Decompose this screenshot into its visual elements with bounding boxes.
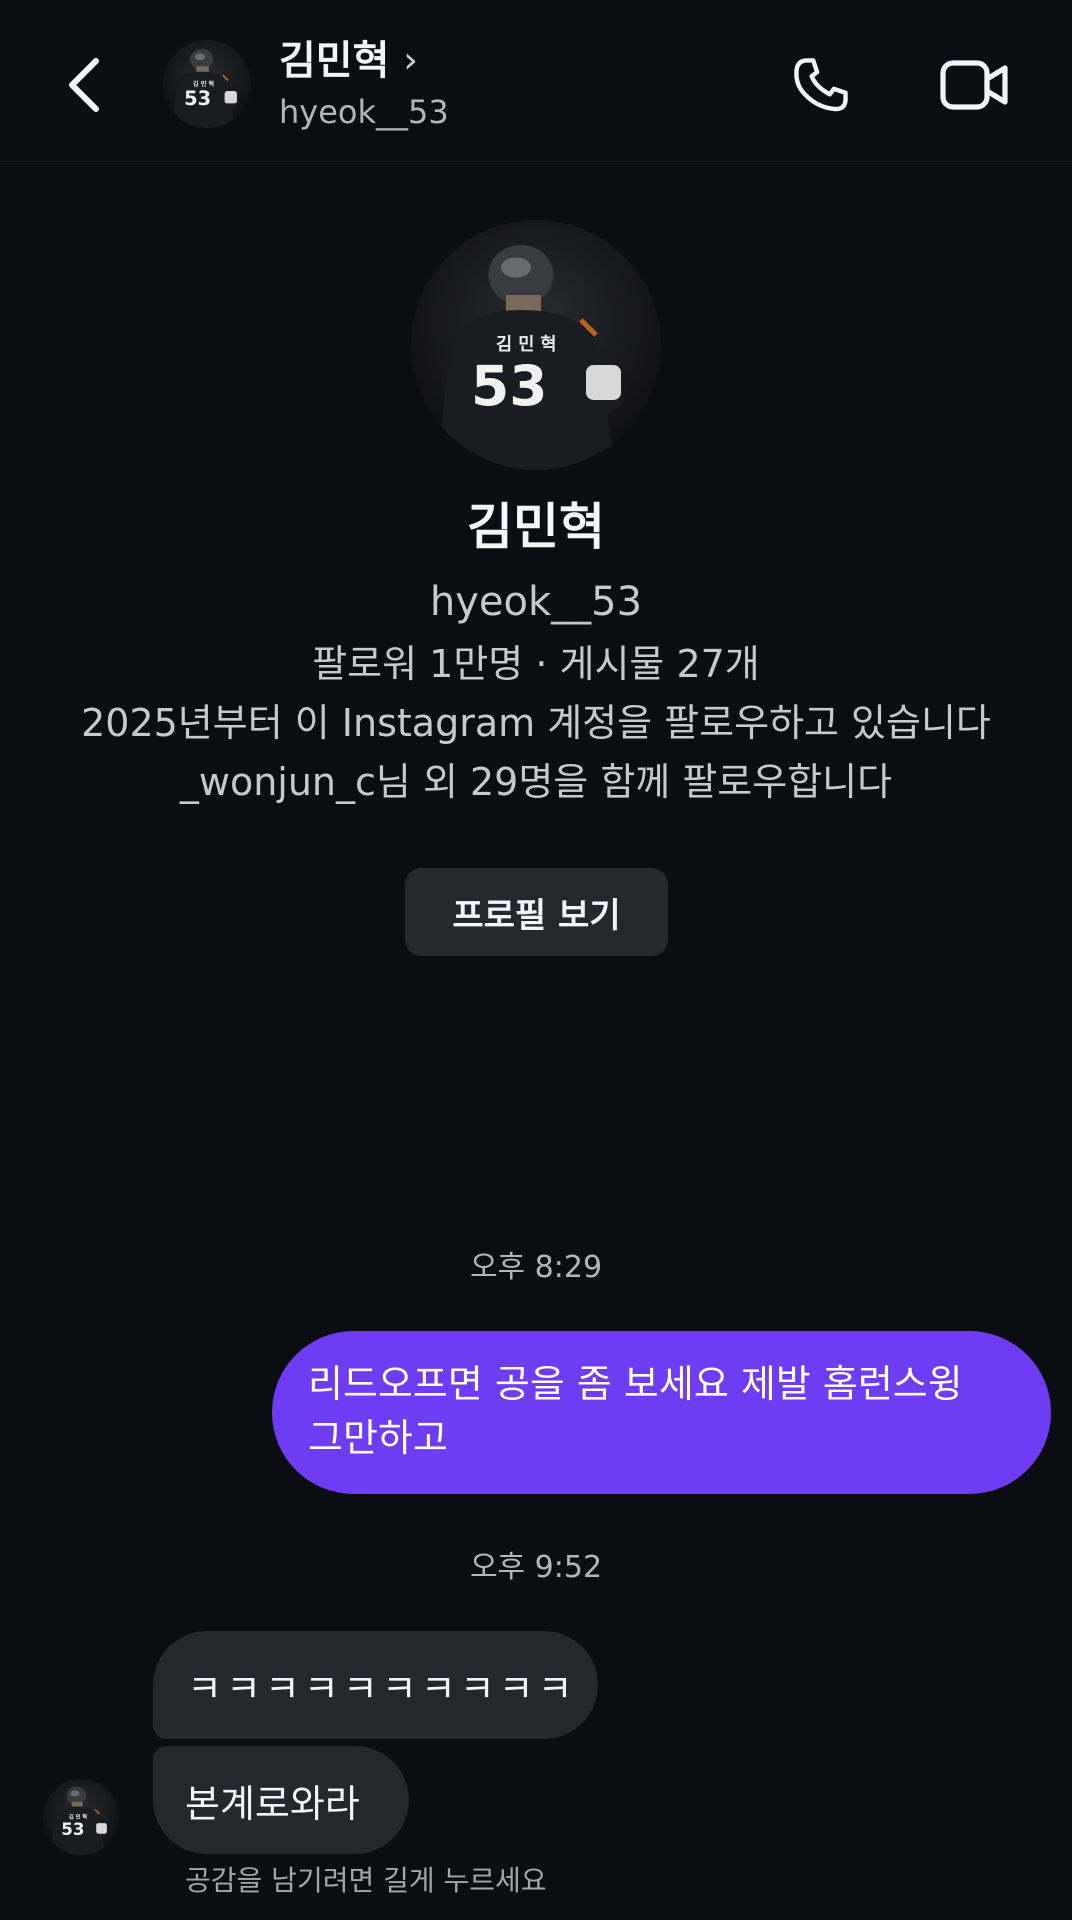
- audio-call-button[interactable]: [786, 52, 856, 118]
- mutual-followers-text: _wonjun_c님 외 29명을 함께 팔로우합니다: [179, 760, 893, 804]
- message-timestamp: 오후 9:52: [469, 1550, 603, 1585]
- sender-avatar[interactable]: [43, 1779, 119, 1855]
- message-timestamp: 오후 8:29: [469, 1250, 603, 1285]
- following-since-text: 2025년부터 이 Instagram 계정을 팔로우하고 있습니다: [81, 701, 991, 745]
- message-text: ㅋㅋㅋㅋㅋㅋㅋㅋㅋㅋ: [187, 1666, 577, 1711]
- contact-handle: hyeok__53: [279, 93, 449, 131]
- chat-header: 김민혁 › hyeok__53: [0, 0, 1072, 162]
- message-text-line: 리드오프면 공을 좀 보세요 제발 홈런스윙: [308, 1362, 963, 1406]
- chevron-right-icon: ›: [403, 40, 418, 81]
- contact-name-link[interactable]: 김민혁 ›: [279, 36, 418, 86]
- message-text-line: 그만하고: [308, 1416, 448, 1460]
- avatar-image: [163, 40, 251, 128]
- chevron-left-icon: [69, 58, 99, 112]
- sender-avatar-image: [43, 1779, 119, 1855]
- profile-stats: 팔로워 1만명 · 게시물 27개: [312, 642, 760, 686]
- phone-icon: [794, 58, 848, 112]
- back-button[interactable]: [58, 52, 110, 118]
- message-text: 본계로와라: [185, 1781, 360, 1826]
- contact-avatar[interactable]: [163, 40, 251, 128]
- incoming-message-bubble[interactable]: 본계로와라: [153, 1746, 409, 1854]
- view-profile-button[interactable]: 프로필 보기: [405, 868, 668, 956]
- profile-avatar: [411, 220, 661, 470]
- profile-avatar-image: [411, 220, 661, 470]
- profile-name: 김민혁: [467, 498, 605, 556]
- video-camera-icon: [940, 60, 1008, 110]
- reaction-hint: 공감을 남기려면 길게 누르세요: [185, 1864, 547, 1897]
- outgoing-message-bubble[interactable]: 리드오프면 공을 좀 보세요 제발 홈런스윙 그만하고: [272, 1331, 1051, 1494]
- profile-handle: hyeok__53: [429, 579, 643, 625]
- video-call-button[interactable]: [938, 54, 1012, 116]
- contact-name: 김민혁: [279, 38, 390, 84]
- incoming-message-bubble[interactable]: ㅋㅋㅋㅋㅋㅋㅋㅋㅋㅋ: [153, 1631, 598, 1739]
